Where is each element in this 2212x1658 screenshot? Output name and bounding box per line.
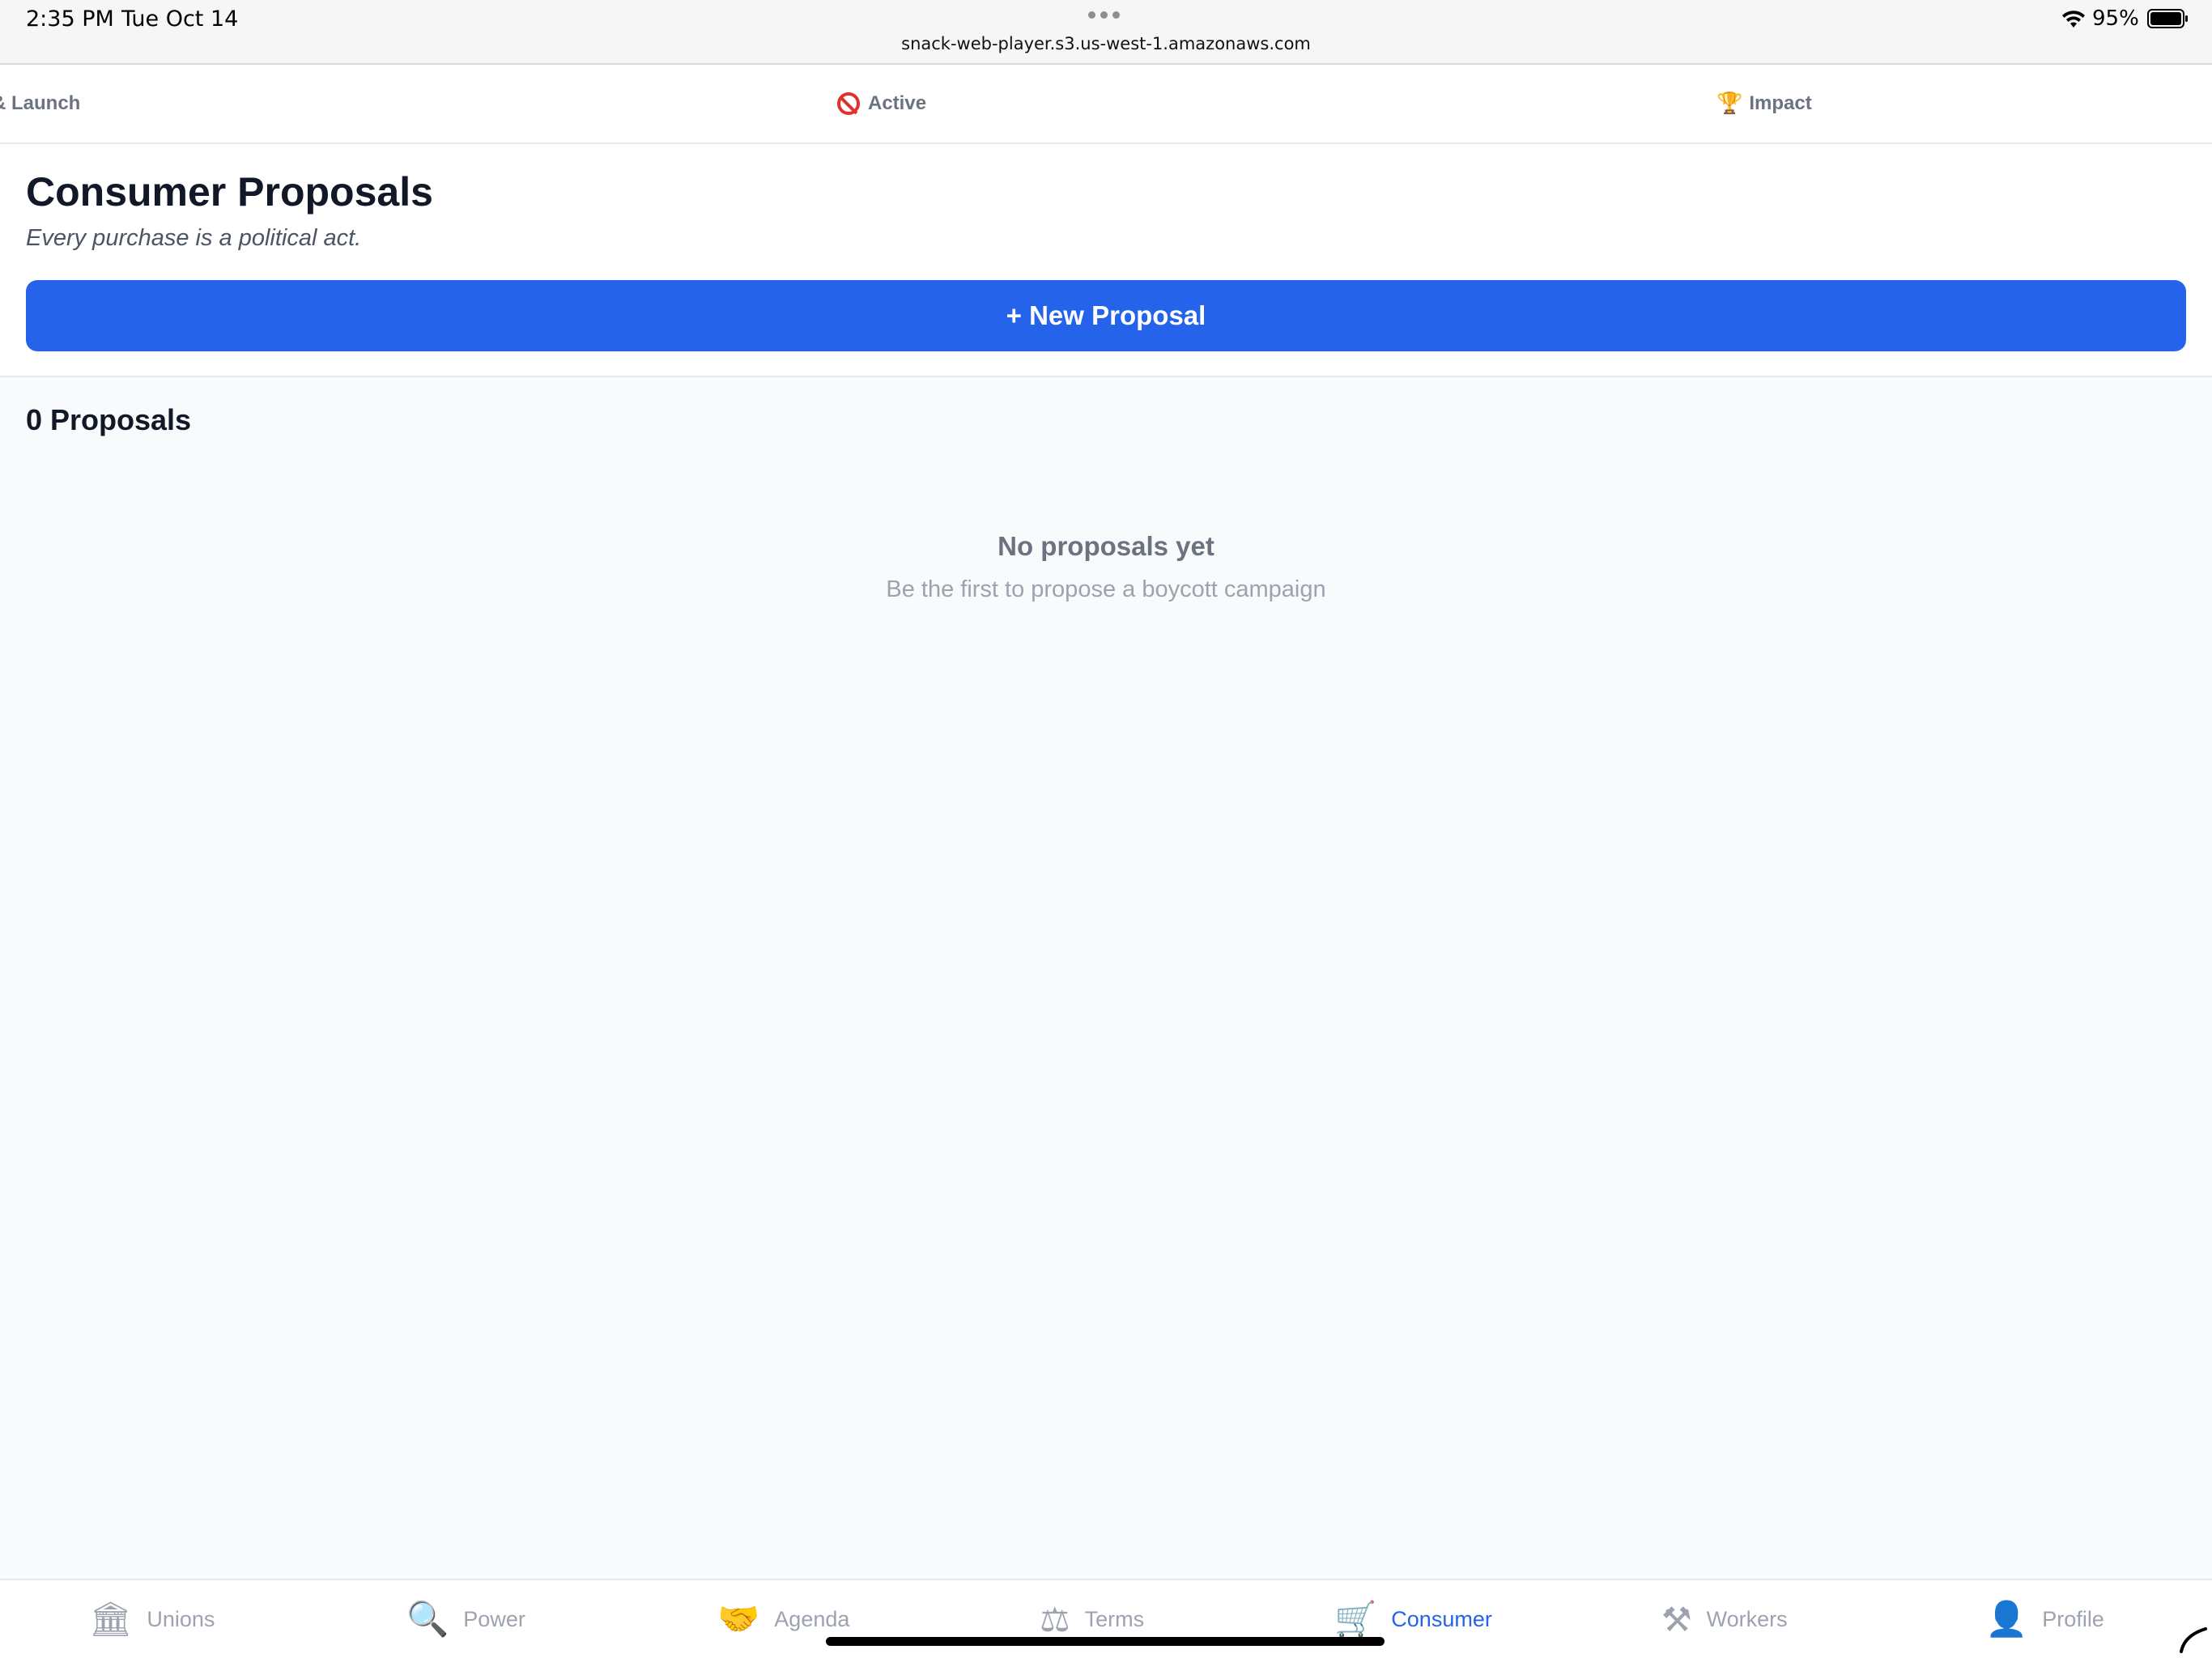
battery-icon	[2147, 9, 2188, 28]
bottom-tab-bar: 🏛 Unions 🔍 Power 🤝 Agenda ⚖ Terms 🛒 Cons…	[0, 1579, 2212, 1658]
more-dots-icon[interactable]	[1088, 11, 1120, 19]
proposal-count: 0 Proposals	[26, 403, 192, 436]
tab-unions[interactable]: 🏛 Unions	[89, 1590, 215, 1648]
page-title: Consumer Proposals	[26, 169, 433, 215]
tab-power[interactable]: 🔍 Power	[406, 1590, 525, 1648]
tab-workers[interactable]: ⚒ Workers	[1661, 1590, 1788, 1648]
tab-impact[interactable]: 🏆 Impact	[1716, 65, 1812, 142]
tab-terms-label: Terms	[1084, 1606, 1145, 1631]
page-header: Consumer Proposals Every purchase is a p…	[0, 144, 2212, 377]
tab-active-label: Active	[868, 92, 927, 114]
home-indicator[interactable]	[826, 1637, 1385, 1646]
app-root: 2:35 PM Tue Oct 14 snack-web-player.s3.u…	[0, 0, 2212, 1658]
magnifier-icon: 🔍	[406, 1599, 449, 1639]
tab-unions-label: Unions	[147, 1606, 215, 1631]
tab-launch[interactable]: & Launch	[0, 65, 80, 142]
tab-launch-label: & Launch	[0, 92, 81, 114]
top-tab-bar: & Launch Active 🏆 Impact	[0, 65, 2212, 144]
tab-workers-label: Workers	[1706, 1606, 1788, 1631]
tab-consumer-label: Consumer	[1391, 1606, 1492, 1631]
scales-icon: ⚖	[1040, 1599, 1070, 1639]
no-entry-icon	[837, 92, 860, 115]
page-subtitle: Every purchase is a political act.	[26, 225, 362, 251]
new-proposal-button[interactable]: + New Proposal	[26, 280, 2186, 351]
classical-building-icon: 🏛	[89, 1599, 133, 1639]
tab-profile-label: Profile	[2042, 1606, 2104, 1631]
shopping-cart-icon: 🛒	[1334, 1599, 1377, 1639]
handshake-icon: 🤝	[717, 1599, 760, 1639]
status-time: 2:35 PM	[26, 6, 114, 32]
tab-agenda-label: Agenda	[774, 1606, 850, 1631]
tab-impact-label: Impact	[1749, 92, 1812, 114]
empty-state-title: No proposals yet	[998, 531, 1214, 561]
url-bar[interactable]: snack-web-player.s3.us-west-1.amazonaws.…	[0, 34, 2212, 53]
wifi-icon	[2062, 11, 2085, 28]
empty-state-subtitle: Be the first to propose a boycott campai…	[886, 576, 1326, 602]
battery-percent: 95%	[2092, 6, 2139, 31]
tab-power-label: Power	[463, 1606, 525, 1631]
tab-active[interactable]: Active	[837, 65, 926, 142]
status-bar: 2:35 PM Tue Oct 14 snack-web-player.s3.u…	[0, 0, 2212, 65]
tab-profile[interactable]: 👤 Profile	[1985, 1590, 2104, 1648]
hammer-pick-icon: ⚒	[1661, 1599, 1692, 1639]
person-icon: 👤	[1985, 1599, 2028, 1639]
trophy-icon: 🏆	[1716, 91, 1743, 116]
resize-handle-icon[interactable]	[2176, 1622, 2209, 1655]
status-date: Tue Oct 14	[121, 6, 239, 32]
